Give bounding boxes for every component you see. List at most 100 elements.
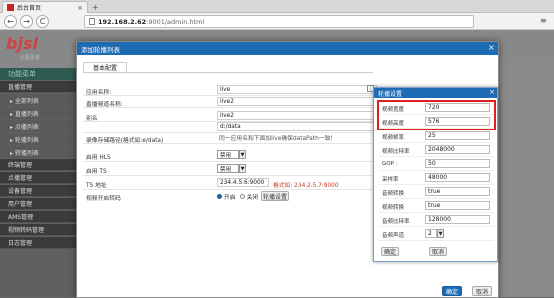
sidebar-item[interactable]: 点播管理 xyxy=(0,172,80,184)
content-background xyxy=(494,60,554,297)
form-input[interactable]: d:/data xyxy=(217,122,377,131)
tab-title: 后台首页 xyxy=(17,5,42,12)
divider xyxy=(379,184,494,185)
sidebar-item[interactable]: ▸ 转播列表 xyxy=(0,146,80,158)
browser-navbar: ← → C 192.168.2.62:9001/admin.html ≡ xyxy=(0,13,554,30)
panel-label: 视频帧率 xyxy=(382,135,405,141)
panel-title: 轮播设置 xyxy=(374,88,497,98)
divider xyxy=(379,240,494,241)
ts-address-input[interactable]: 234.4.5.6:9000 xyxy=(217,178,269,187)
radio-off-label: 关闭 xyxy=(246,195,259,201)
url-host: 192.168.2.62 xyxy=(98,17,147,26)
address-bar[interactable]: 192.168.2.62:9001/admin.html xyxy=(84,15,474,28)
sidebar-item: 功能菜单 xyxy=(0,68,80,80)
menu-icon[interactable]: ≡ xyxy=(540,16,547,25)
panel-label: 视频宽度 xyxy=(382,107,405,113)
panel-input[interactable]: true xyxy=(425,187,490,196)
tab-divider xyxy=(83,72,373,73)
sidebar-item[interactable]: ▸ 轮播列表 xyxy=(0,133,80,145)
panel-label: 视频高度 xyxy=(382,121,405,127)
divider xyxy=(379,226,494,227)
radio-on-label: 开启 xyxy=(224,195,236,201)
divider xyxy=(379,156,494,157)
audio-channel-select[interactable]: 2 xyxy=(425,229,437,238)
new-tab-button[interactable]: + xyxy=(92,3,99,12)
radio-off[interactable] xyxy=(239,194,245,199)
panel-label: 视频转换 xyxy=(382,205,405,211)
ts-address-label: TS 地址 xyxy=(86,183,107,189)
chevron-down-icon[interactable]: ▼ xyxy=(239,164,246,173)
divider xyxy=(379,114,494,115)
carousel-settings-panel: 轮播设置 × 确定 取消 视频宽度 720 视频高度 576 视频帧率 25 视频比特率 20… xyxy=(373,87,498,262)
ts-label: 启用 TS xyxy=(86,169,107,175)
radio-on[interactable] xyxy=(217,194,222,199)
divider xyxy=(83,161,373,162)
divider xyxy=(379,198,494,199)
divider xyxy=(379,170,494,171)
back-button[interactable]: ← xyxy=(4,15,17,28)
form-input[interactable]: live2 xyxy=(217,97,377,106)
panel-input[interactable]: 2048000 xyxy=(425,145,490,154)
sidebar-item[interactable]: ▸ 直播列表 xyxy=(0,107,80,119)
form-input[interactable]: live2 xyxy=(217,111,377,120)
browser-tabbar: 后台首页 × + xyxy=(0,0,554,13)
forward-button[interactable]: → xyxy=(20,15,33,28)
panel-label: 音频比特率 xyxy=(382,219,410,225)
logo: bjsl xyxy=(6,34,38,53)
cancel-button[interactable]: 取消 xyxy=(472,286,492,296)
favicon-icon xyxy=(7,4,14,11)
sidebar-item[interactable]: 直播管理 xyxy=(0,81,80,93)
confirm-button[interactable]: 确定 xyxy=(442,286,462,296)
chevron-down-icon[interactable]: ▼ xyxy=(239,150,246,159)
ts-address-hint: 格式如: 234.2.5.7:9000 xyxy=(273,183,339,189)
browser-tab[interactable]: 后台首页 × xyxy=(2,1,88,13)
panel-label: GOP : xyxy=(382,161,398,167)
url-path: :9001/admin.html xyxy=(146,17,205,26)
panel-label: 采样率 xyxy=(382,177,399,183)
sidebar-item[interactable]: 视频转码管理 xyxy=(0,224,80,236)
hls-label: 启用 HLS xyxy=(86,155,111,161)
panel-input[interactable]: 576 xyxy=(425,117,490,126)
form-input[interactable]: live xyxy=(217,85,377,94)
modal-title: 添加轮播列表 xyxy=(77,42,498,55)
modal-close-button[interactable]: × xyxy=(488,43,495,52)
panel-close-button[interactable]: × xyxy=(489,88,495,96)
panel-input[interactable]: 50 xyxy=(425,159,490,168)
divider xyxy=(83,175,373,176)
panel-label: 视频比特率 xyxy=(382,149,410,155)
sidebar-item[interactable]: 日志管理 xyxy=(0,237,80,249)
sidebar-item[interactable]: 设备管理 xyxy=(0,185,80,197)
reload-button[interactable]: C xyxy=(36,15,49,28)
divider xyxy=(83,95,373,96)
transcode-label: 视频开启转码 xyxy=(86,196,121,202)
hls-select[interactable]: 禁用 xyxy=(217,150,239,159)
sidebar-item[interactable]: AMS管理 xyxy=(0,211,80,223)
carousel-setting-button[interactable]: 轮播设置 xyxy=(261,191,289,201)
sidebar-item[interactable]: ▸ 点播列表 xyxy=(0,120,80,132)
panel-cancel-button[interactable]: 取消 xyxy=(429,247,447,256)
panel-input[interactable]: true xyxy=(425,201,490,210)
divider xyxy=(379,212,494,213)
transcode-radios: 开启 关闭 xyxy=(217,192,258,201)
panel-label: 音频转换 xyxy=(382,191,405,197)
panel-label: 音频声道 xyxy=(382,233,405,239)
panel-input[interactable]: 128000 xyxy=(425,215,490,224)
divider xyxy=(379,128,494,129)
divider xyxy=(379,142,494,143)
ts-select[interactable]: 禁用 xyxy=(217,164,239,173)
panel-input[interactable]: 25 xyxy=(425,131,490,140)
sidebar-item[interactable]: 用户管理 xyxy=(0,198,80,210)
sidebar: 功能菜单 直播管理 ▸ 全部列表 ▸ 直播列表 ▸ 点播列表 ▸ 轮播列表 ▸ 转播列表 终端… xyxy=(0,68,80,297)
panel-ok-button[interactable]: 确定 xyxy=(381,247,399,256)
panel-input[interactable]: 720 xyxy=(425,103,490,112)
chevron-down-icon[interactable]: ▼ xyxy=(437,229,444,238)
divider xyxy=(83,189,373,190)
sidebar-item[interactable]: ▸ 全部列表 xyxy=(0,94,80,106)
page-icon xyxy=(89,18,95,25)
panel-input[interactable]: 48000 xyxy=(425,173,490,182)
sidebar-item[interactable]: 终端管理 xyxy=(0,159,80,171)
tab-close-button[interactable]: × xyxy=(77,4,83,12)
divider xyxy=(83,143,373,144)
logo-subtitle: 北极星者 xyxy=(20,55,41,61)
divider xyxy=(83,107,373,108)
